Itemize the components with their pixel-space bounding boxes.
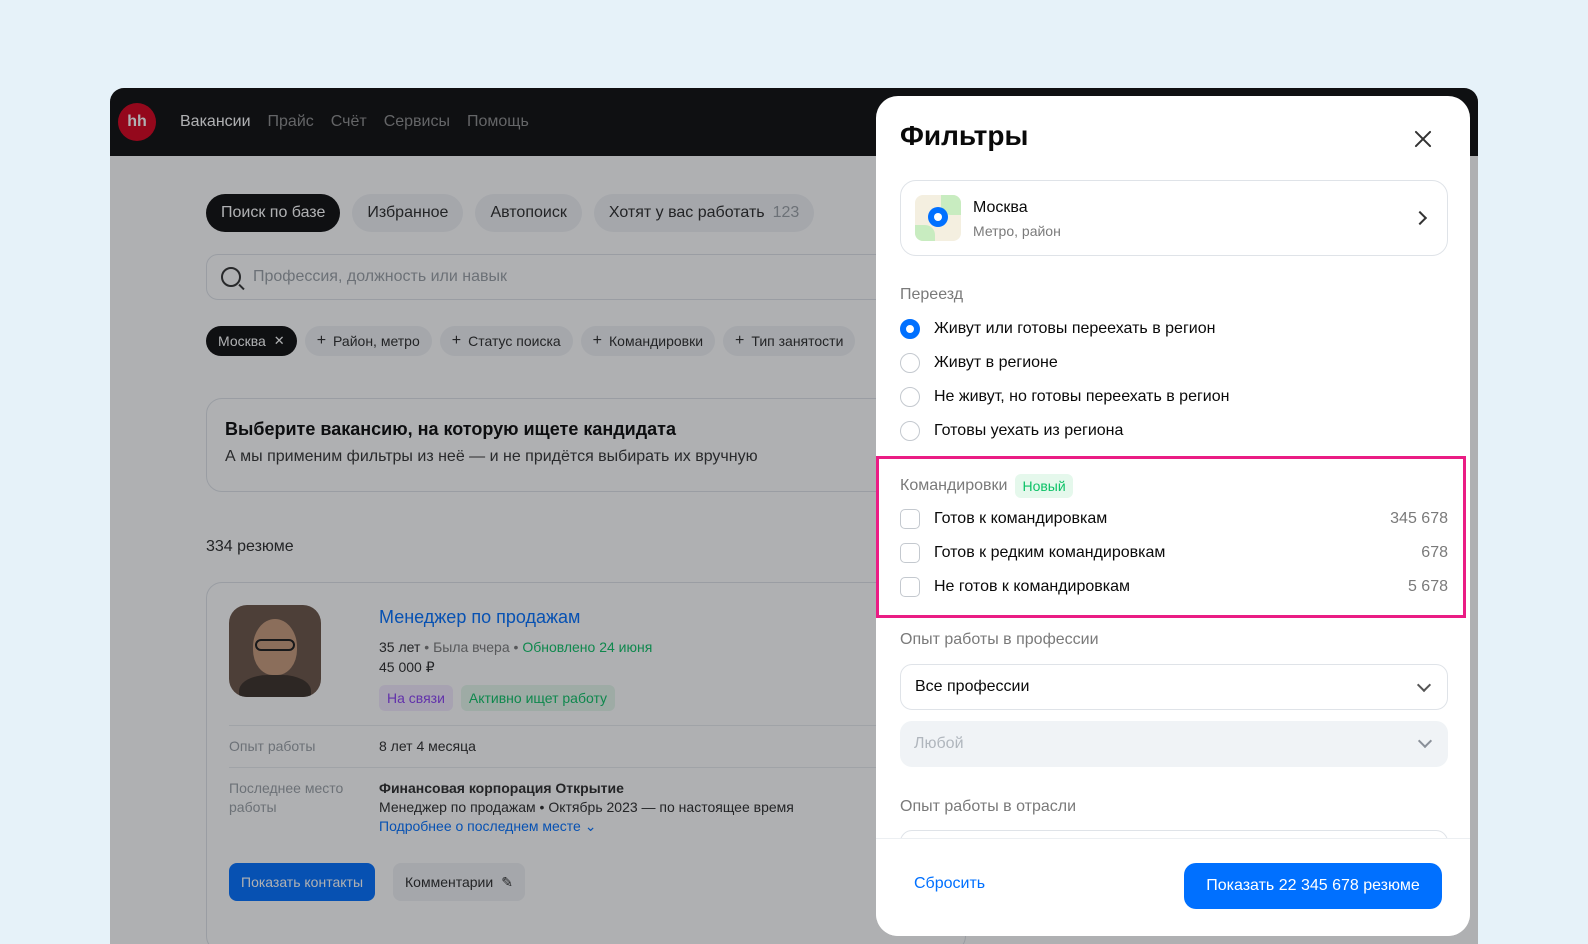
chevron-down-icon [1416, 677, 1432, 693]
profession-select[interactable]: Все профессии [900, 664, 1448, 710]
checkbox[interactable] [900, 543, 920, 563]
location-pin-icon [928, 207, 948, 227]
trips-option[interactable]: Готов к редким командировкам 678 [900, 543, 1448, 563]
radio[interactable] [900, 421, 920, 441]
city-sub: Метро, район [973, 223, 1061, 239]
map-icon [915, 195, 961, 241]
relocation-option[interactable]: Живут в регионе [900, 353, 1448, 373]
checkbox[interactable] [900, 577, 920, 597]
trips-option[interactable]: Готов к командировкам 345 678 [900, 509, 1448, 529]
industry-exp-label: Опыт работы в отрасли [900, 798, 1077, 815]
new-badge: Новый [1015, 474, 1073, 498]
filters-panel: Фильтры Москва Метро, район Переезд Живу… [876, 96, 1470, 936]
city-name: Москва [973, 199, 1028, 216]
radio[interactable] [900, 353, 920, 373]
radio[interactable] [900, 387, 920, 407]
city-selector[interactable]: Москва Метро, район [900, 180, 1448, 256]
reset-button[interactable]: Сбросить [914, 875, 985, 893]
show-results-button[interactable]: Показать 22 345 678 резюме [1184, 863, 1442, 909]
filters-footer: Сбросить Показать 22 345 678 резюме [876, 838, 1470, 936]
option-count: 678 [1421, 544, 1448, 561]
trips-label: Командировки Новый [900, 474, 1073, 498]
option-count: 345 678 [1390, 510, 1448, 527]
relocation-option[interactable]: Живут или готовы переехать в регион [900, 319, 1448, 339]
relocation-option[interactable]: Не живут, но готовы переехать в регион [900, 387, 1448, 407]
radio-selected[interactable] [900, 319, 920, 339]
filters-title: Фильтры [900, 120, 1029, 151]
chevron-right-icon [1412, 210, 1428, 226]
relocation-option[interactable]: Готовы уехать из региона [900, 421, 1448, 441]
checkbox[interactable] [900, 509, 920, 529]
prof-exp-label: Опыт работы в профессии [900, 631, 1099, 648]
close-icon[interactable] [1410, 126, 1436, 152]
experience-select[interactable]: Любой [900, 721, 1448, 767]
trips-option[interactable]: Не готов к командировкам 5 678 [900, 577, 1448, 597]
option-count: 5 678 [1407, 578, 1448, 595]
relocation-label: Переезд [900, 286, 964, 303]
chevron-down-icon [1417, 733, 1433, 749]
